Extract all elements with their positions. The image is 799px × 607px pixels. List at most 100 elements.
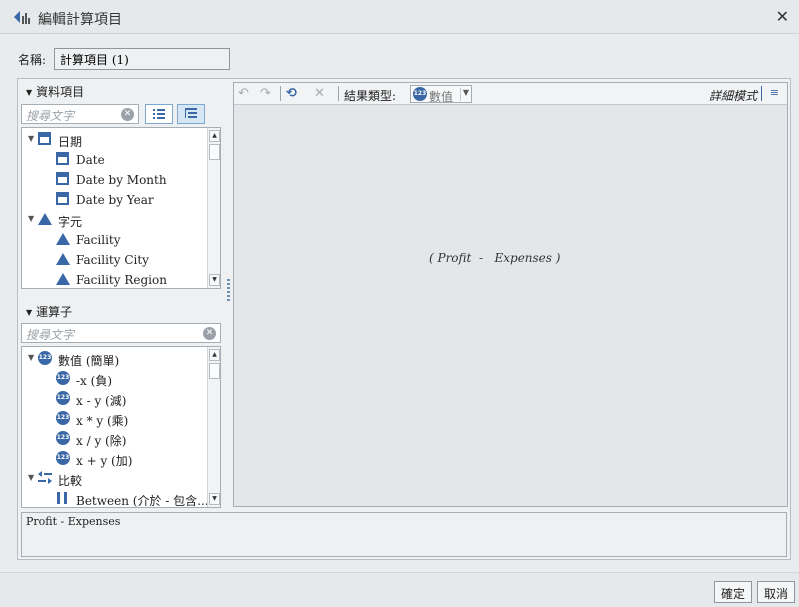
operators-scrollbar[interactable]: ▲ ▼ [207, 347, 220, 507]
calendar-icon [56, 192, 69, 205]
tree-item-label: x * y (乘) [76, 414, 129, 428]
scroll-up-icon[interactable]: ▲ [209, 130, 220, 142]
tree-item-label: Facility [76, 233, 121, 247]
tree-group-numeric-simple[interactable]: ▼ 123 數值 (簡單) [22, 349, 207, 369]
comparison-icon [38, 471, 52, 484]
redo-icon[interactable]: ↷ [260, 86, 271, 101]
tree-group-comparison[interactable]: ▼ 比較 [22, 469, 207, 489]
numeric-icon: 123 [413, 87, 427, 101]
tree-item-label: Date by Year [76, 193, 154, 207]
tree-view-button[interactable] [177, 104, 205, 124]
tree-item-facility-city[interactable]: Facility City [22, 250, 207, 270]
toolbar-divider [338, 86, 339, 101]
tree-item-date-by-year[interactable]: Date by Year [22, 190, 207, 210]
operators-search-input[interactable]: 搜尋文字 ✕ [21, 323, 221, 343]
character-icon [38, 213, 52, 225]
between-icon [57, 492, 67, 504]
operators-header[interactable]: ▼ 運算子 [26, 303, 72, 320]
expression-editor[interactable]: ↶ ↷ ⟲ ✕ 結果類型: 123 數值 ▼ 詳細模式 ≡ ( Profit -… [233, 82, 788, 507]
data-items-scrollbar[interactable]: ▲ ▼ [207, 128, 220, 288]
data-items-header[interactable]: ▼ 資料項目 [26, 83, 84, 100]
scroll-down-icon[interactable]: ▼ [209, 274, 220, 286]
expression-preview-text: Profit - Expenses [26, 515, 121, 528]
tree-group-date[interactable]: ▼ 日期 [22, 130, 207, 150]
tree-item-between[interactable]: Between (介於 - 包含... [22, 489, 209, 508]
delete-icon[interactable]: ✕ [314, 86, 325, 101]
expand-icon: ▼ [28, 353, 35, 362]
name-input[interactable] [54, 48, 230, 70]
scroll-thumb[interactable] [209, 144, 220, 160]
numeric-icon: 123 [56, 391, 70, 405]
data-items-header-label: 資料項目 [36, 85, 85, 99]
tree-item-date[interactable]: Date [22, 150, 207, 170]
character-icon [56, 253, 70, 265]
numeric-icon: 123 [56, 411, 70, 425]
tree-item-label: Facility Region [76, 273, 167, 287]
menu-icon[interactable]: ≡ [770, 86, 779, 99]
tree-item-label: x - y (減) [76, 394, 127, 408]
tree-item-date-by-month[interactable]: Date by Month [22, 170, 207, 190]
tree-item-add[interactable]: 123 x + y (加) [22, 449, 207, 469]
toolbar-divider [280, 86, 281, 101]
main-panel: ▼ 資料項目 搜尋文字 ✕ ▼ 日期 Date Date by Month Da… [17, 78, 791, 560]
view-toggle-group [145, 104, 205, 124]
scroll-thumb[interactable] [209, 363, 220, 379]
result-type-select[interactable]: 123 數值 ▼ [410, 85, 472, 104]
data-items-search-input[interactable]: 搜尋文字 ✕ [21, 104, 139, 124]
character-icon [56, 233, 70, 245]
list-view-icon [153, 109, 165, 119]
expression-text[interactable]: ( Profit - Expenses ) [429, 251, 560, 265]
expand-icon: ▼ [28, 134, 35, 143]
operators-tree: ▼ 123 數值 (簡單) 123 -x (負) 123 x - y (減) 1… [21, 346, 221, 508]
clear-search-icon[interactable]: ✕ [203, 327, 216, 340]
calendar-icon [38, 132, 51, 145]
reset-icon[interactable]: ⟲ [286, 86, 297, 101]
tree-item-subtract[interactable]: 123 x - y (減) [22, 389, 207, 409]
dialog-titlebar: 編輯計算項目 ✕ [0, 0, 799, 34]
data-items-tree: ▼ 日期 Date Date by Month Date by Year ▼ 字… [21, 127, 221, 289]
operators-search-placeholder: 搜尋文字 [26, 328, 75, 342]
dialog-footer: 確定 取消 [0, 572, 799, 607]
numeric-icon: 123 [56, 371, 70, 385]
result-type-label: 結果類型: [344, 89, 397, 103]
tree-item-multiply[interactable]: 123 x * y (乘) [22, 409, 207, 429]
tree-item-label: Between (介於 - 包含... [76, 494, 209, 508]
tree-item-facility-region[interactable]: Facility Region [22, 270, 207, 288]
tree-item-label: 字元 [58, 215, 83, 229]
chevron-down-icon: ▼ [459, 88, 469, 101]
expression-preview: Profit - Expenses [21, 512, 787, 557]
expand-icon: ▼ [28, 473, 35, 482]
undo-icon[interactable]: ↶ [238, 86, 249, 101]
operators-header-label: 運算子 [36, 305, 73, 319]
tree-item-label: Facility City [76, 253, 149, 267]
tree-item-negate[interactable]: 123 -x (負) [22, 369, 207, 389]
tree-view-icon [185, 108, 197, 118]
tree-item-label: 日期 [58, 135, 83, 149]
numeric-icon: 123 [56, 451, 70, 465]
dialog-title: 編輯計算項目 [38, 12, 122, 28]
detail-mode-link[interactable]: 詳細模式 [709, 87, 757, 104]
character-icon [56, 273, 70, 285]
tree-item-label: Date [76, 153, 105, 167]
ok-button[interactable]: 確定 [714, 581, 753, 603]
calendar-icon [56, 172, 69, 185]
collapse-icon: ▼ [26, 88, 33, 97]
tree-item-facility[interactable]: Facility [22, 230, 207, 250]
list-view-button[interactable] [145, 104, 173, 124]
close-icon[interactable]: ✕ [776, 7, 789, 26]
expand-icon: ▼ [28, 214, 35, 223]
tree-item-label: Date by Month [76, 173, 167, 187]
collapse-icon: ▼ [26, 308, 33, 317]
scroll-up-icon[interactable]: ▲ [209, 349, 220, 361]
cancel-button[interactable]: 取消 [757, 581, 796, 603]
calculated-item-icon [14, 11, 30, 24]
panel-splitter[interactable] [227, 279, 230, 303]
editor-toolbar: ↶ ↷ ⟲ ✕ 結果類型: 123 數值 ▼ 詳細模式 ≡ [234, 83, 787, 105]
tree-item-label: x + y (加) [76, 454, 133, 468]
tree-item-label: -x (負) [76, 374, 113, 388]
clear-search-icon[interactable]: ✕ [121, 108, 134, 121]
scroll-down-icon[interactable]: ▼ [209, 493, 220, 505]
tree-item-divide[interactable]: 123 x / y (除) [22, 429, 207, 449]
tree-item-label: 數值 (簡單) [58, 354, 120, 368]
tree-group-character[interactable]: ▼ 字元 [22, 210, 207, 230]
